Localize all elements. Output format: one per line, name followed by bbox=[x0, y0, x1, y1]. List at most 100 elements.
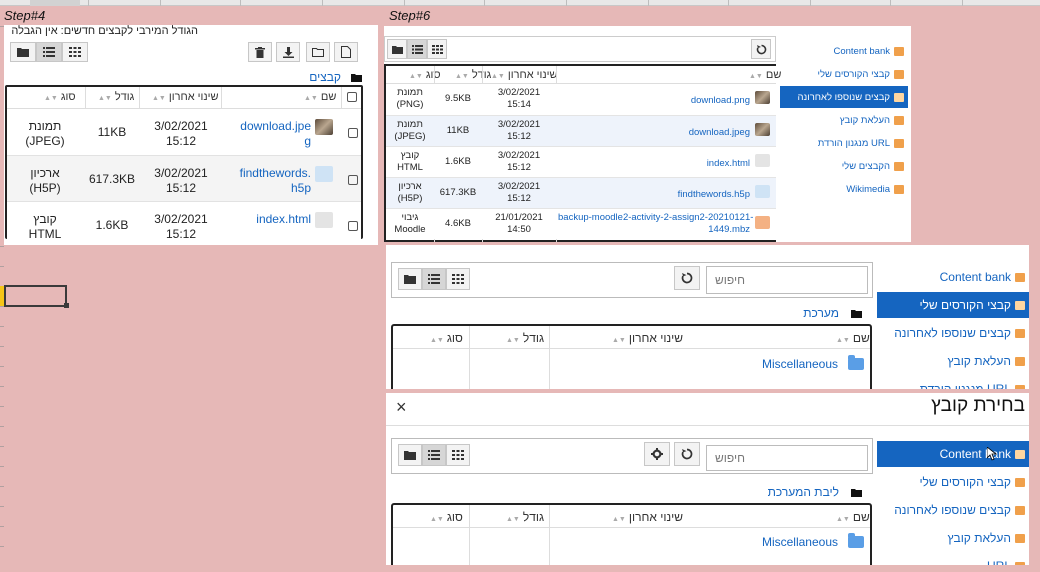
step6-filepicker: ▲▼סוג ▲▼גודל ▲▼שינוי אחרון ▲▼שם תמונת(PN… bbox=[384, 26, 911, 242]
file-type: קובץ HTML bbox=[386, 150, 434, 174]
folder-icon bbox=[17, 47, 29, 57]
nav-item-3[interactable]: העלאת קובץ bbox=[780, 109, 908, 131]
breadcrumb-files[interactable]: קבצים bbox=[309, 70, 341, 84]
col-modified[interactable]: ▲▼ שינוי אחרון bbox=[149, 91, 219, 103]
search-input[interactable]: חיפוש bbox=[706, 445, 868, 471]
table-row[interactable]: תמונת (PNG) 9.5KB 3/02/2021 15:14 download.pn… bbox=[386, 84, 776, 115]
col-modified[interactable]: ▲▼ שינוי אחרון bbox=[609, 331, 683, 345]
nav-item-0[interactable]: Content bank bbox=[780, 40, 908, 62]
col-size[interactable]: ▲▼גודל bbox=[503, 331, 544, 345]
icon-view-button[interactable] bbox=[62, 42, 88, 62]
col-name[interactable]: ▲▼ שם bbox=[301, 91, 336, 103]
folder-name: Miscellaneous bbox=[761, 535, 838, 549]
col-type[interactable]: ▲▼סוג bbox=[427, 331, 463, 345]
col-size[interactable]: ▲▼גודל bbox=[95, 91, 134, 103]
col-size[interactable]: ▲▼גודל bbox=[503, 510, 544, 524]
nav-item-2[interactable]: קבצים שנוספו לאחרונה bbox=[877, 320, 1029, 346]
file-name[interactable]: index.html bbox=[223, 212, 311, 227]
toolbar: חיפוש bbox=[391, 262, 873, 298]
selected-column-header[interactable] bbox=[30, 0, 80, 6]
nav-item-4[interactable]: מנגנון הורדת URL bbox=[877, 376, 1029, 389]
col-name[interactable]: ▲▼ שם bbox=[746, 69, 781, 81]
table-row[interactable]: קובץ HTML 1.6KB 3/02/2021 15:12 index.html bbox=[386, 146, 776, 177]
icon-view-button[interactable] bbox=[427, 39, 447, 59]
nav-item-3[interactable]: העלאת קובץ bbox=[877, 348, 1029, 374]
list-view-button[interactable] bbox=[36, 42, 62, 62]
nav-item-2[interactable]: קבצים שנוספו לאחרונה bbox=[877, 497, 1029, 523]
nav-item-0[interactable]: Content bank bbox=[877, 264, 1029, 290]
list-view-button[interactable] bbox=[422, 444, 446, 466]
select-all-checkbox[interactable] bbox=[347, 92, 357, 102]
table-row[interactable]: תמונת (JPEG) 11KB 3/02/2021 15:12 download.jp… bbox=[7, 109, 361, 155]
file-time: 15:12 bbox=[165, 227, 197, 241]
table-row[interactable]: ארכיון (H5P) 617.3KB 3/02/2021 15:12 findthew… bbox=[7, 155, 361, 201]
fill-handle[interactable] bbox=[64, 303, 69, 308]
grid-icon bbox=[431, 44, 443, 54]
col-size[interactable]: ▲▼גודל bbox=[452, 69, 491, 81]
grid-icon bbox=[69, 47, 81, 57]
folder-icon bbox=[391, 45, 403, 54]
download-button[interactable] bbox=[276, 42, 300, 62]
col-modified[interactable]: ▲▼ שינוי אחרון bbox=[609, 510, 683, 524]
col-name[interactable]: ▲▼ שם bbox=[833, 510, 870, 524]
nav-item-2[interactable]: קבצים שנוספו לאחרונה bbox=[780, 86, 908, 108]
delete-button[interactable] bbox=[248, 42, 272, 62]
table-row[interactable]: קובץ HTML 1.6KB 3/02/2021 15:12 index.html bbox=[7, 201, 361, 245]
row-checkbox[interactable] bbox=[348, 128, 358, 138]
file-name[interactable]: backup-moodle2-activity-2-assign2-202101… bbox=[558, 212, 753, 236]
file-modified: 3/02/2021 15:14 bbox=[482, 87, 556, 111]
folder-row[interactable]: Miscellaneous bbox=[762, 355, 864, 371]
search-input[interactable]: חיפוש bbox=[706, 266, 868, 294]
nav-item-1[interactable]: קבצי הקורסים שלי bbox=[877, 292, 1029, 318]
folder-view-button[interactable] bbox=[398, 444, 422, 466]
file-name[interactable]: download.png bbox=[558, 95, 750, 107]
nav-item-0[interactable]: Content bank bbox=[877, 441, 1029, 467]
icon-view-button[interactable] bbox=[446, 444, 470, 466]
nav-item-1[interactable]: קבצי הקורסים שלי bbox=[877, 469, 1029, 495]
repository-icon bbox=[1015, 505, 1025, 515]
col-type[interactable]: ▲▼סוג bbox=[427, 510, 463, 524]
col-type[interactable]: ▲▼סוג bbox=[406, 69, 441, 81]
table-row[interactable]: ארכיון (H5P) 617.3KB 3/02/2021 15:12 findthew… bbox=[386, 177, 776, 208]
create-folder-button[interactable] bbox=[306, 42, 330, 62]
refresh-button[interactable] bbox=[751, 39, 771, 59]
col-modified[interactable]: ▲▼ שינוי אחרון bbox=[488, 69, 558, 81]
folder-row[interactable]: Miscellaneous bbox=[761, 533, 864, 549]
nav-item-5[interactable]: הקבצים שלי bbox=[780, 155, 908, 177]
add-file-button[interactable] bbox=[334, 42, 358, 62]
close-button[interactable]: × bbox=[396, 397, 407, 418]
table-row[interactable]: תמונת (JPEG) 11KB 3/02/2021 15:12 download.jp… bbox=[386, 115, 776, 146]
nav-item-6[interactable]: Wikimedia bbox=[780, 178, 908, 200]
icon-view-button[interactable] bbox=[446, 268, 470, 290]
refresh-button[interactable] bbox=[674, 266, 700, 290]
row-checkbox[interactable] bbox=[348, 175, 358, 185]
nav-item-label: קבצי הקורסים שלי bbox=[817, 68, 890, 80]
table-row[interactable]: גיבוי Moodle 4.6KB 21/01/2021 14:50 backup-mo… bbox=[386, 208, 776, 239]
file-name[interactable]: download.jpeg bbox=[558, 127, 750, 139]
file-date: 3/02/2021 bbox=[497, 87, 541, 98]
selected-cell[interactable] bbox=[4, 285, 67, 307]
col-name[interactable]: ▲▼ שם bbox=[833, 331, 870, 345]
nav-item-4[interactable]: מנגנון הורדת URL bbox=[780, 132, 908, 154]
breadcrumb-system-core[interactable]: ליבת המערכת bbox=[768, 485, 839, 499]
nav-item-4[interactable]: URL bbox=[877, 553, 1029, 565]
settings-button[interactable] bbox=[644, 442, 670, 466]
col-type-label: סוג bbox=[60, 91, 76, 103]
col-type[interactable]: ▲▼סוג bbox=[41, 91, 76, 103]
breadcrumb-system[interactable]: מערכת bbox=[803, 306, 839, 320]
nav-item-1[interactable]: קבצי הקורסים שלי bbox=[780, 63, 908, 85]
refresh-button[interactable] bbox=[674, 442, 700, 466]
list-view-button[interactable] bbox=[407, 39, 427, 59]
nav-item-3[interactable]: העלאת קובץ bbox=[877, 525, 1029, 551]
folder-view-button[interactable] bbox=[387, 39, 407, 59]
repository-icon bbox=[1015, 384, 1025, 389]
row-divider bbox=[0, 506, 4, 507]
folder-view-button[interactable] bbox=[10, 42, 36, 62]
file-name[interactable]: findthewords.h5p bbox=[558, 189, 750, 201]
file-name[interactable]: download.jpeg bbox=[223, 119, 311, 149]
file-name[interactable]: index.html bbox=[558, 158, 750, 170]
folder-view-button[interactable] bbox=[398, 268, 422, 290]
list-view-button[interactable] bbox=[422, 268, 446, 290]
row-checkbox[interactable] bbox=[348, 221, 358, 231]
file-name[interactable]: findthewords.h5p bbox=[223, 166, 311, 196]
